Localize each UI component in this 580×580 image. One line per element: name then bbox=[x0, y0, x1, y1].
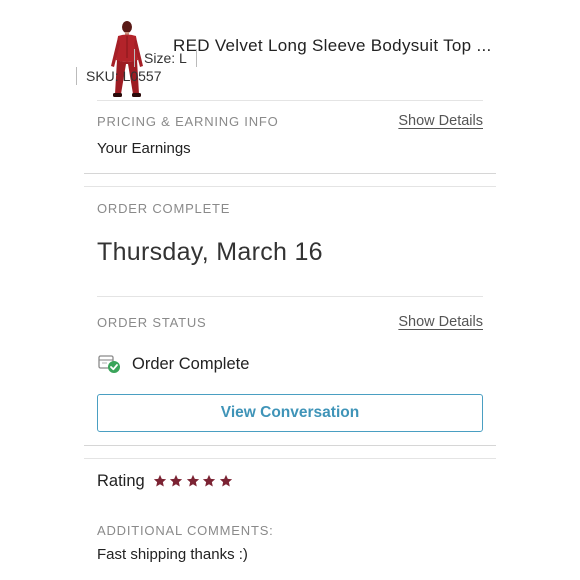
product-size: Size: L bbox=[144, 50, 187, 66]
view-conversation-button[interactable]: View Conversation bbox=[97, 394, 483, 432]
rating-label: Rating bbox=[97, 471, 145, 490]
product-title[interactable]: RED Velvet Long Sleeve Bodysuit Top ... bbox=[173, 36, 492, 56]
order-status-label: ORDER STATUS bbox=[97, 315, 207, 330]
product-sku-row: SKU: L0557 bbox=[76, 66, 171, 86]
order-complete-label: ORDER COMPLETE bbox=[97, 201, 231, 216]
section-divider bbox=[84, 186, 496, 187]
star-icon bbox=[203, 474, 216, 487]
pricing-section-label: PRICING & EARNING INFO bbox=[97, 114, 279, 129]
star-icon bbox=[170, 474, 183, 487]
rating-row: Rating bbox=[97, 470, 235, 492]
status-show-details-link[interactable]: Show Details bbox=[398, 314, 483, 330]
divider bbox=[97, 100, 483, 101]
separator bbox=[195, 49, 197, 67]
pricing-show-details-link[interactable]: Show Details bbox=[398, 113, 483, 129]
package-check-icon bbox=[98, 355, 120, 373]
your-earnings-label: Your Earnings bbox=[97, 140, 191, 157]
additional-comments-label: ADDITIONAL COMMENTS: bbox=[97, 523, 274, 538]
section-divider bbox=[84, 458, 496, 459]
additional-comments-text: Fast shipping thanks :) bbox=[97, 546, 248, 563]
section-divider bbox=[84, 173, 496, 174]
order-complete-date: Thursday, March 16 bbox=[97, 238, 323, 266]
product-sku: SKU: L0557 bbox=[86, 68, 162, 84]
star-icon bbox=[153, 474, 166, 487]
rating-stars bbox=[153, 474, 236, 488]
order-status-text: Order Complete bbox=[132, 354, 250, 373]
order-status-row: Order Complete bbox=[97, 352, 249, 376]
section-divider bbox=[84, 445, 496, 446]
star-icon bbox=[219, 474, 232, 487]
star-icon bbox=[186, 474, 199, 487]
product-size-row: Size: L bbox=[134, 48, 197, 68]
divider bbox=[97, 296, 483, 297]
